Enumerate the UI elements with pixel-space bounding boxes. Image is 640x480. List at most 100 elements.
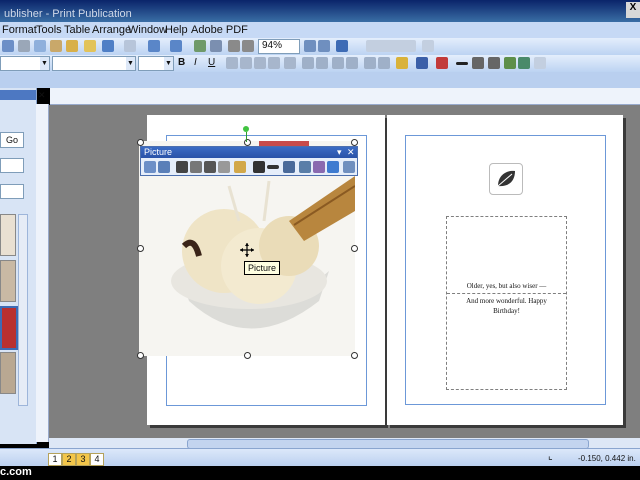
thumbnail-2[interactable] — [0, 260, 16, 302]
brush-icon[interactable] — [84, 40, 96, 52]
line-style-icon[interactable] — [267, 165, 279, 169]
horizontal-scrollbar[interactable] — [49, 438, 640, 449]
help-icon[interactable] — [336, 40, 348, 52]
paste-icon[interactable] — [50, 40, 62, 52]
save-icon[interactable] — [2, 40, 14, 52]
show-all-icon[interactable] — [228, 40, 240, 52]
undo-icon[interactable] — [102, 40, 114, 52]
italic-icon[interactable]: I — [194, 57, 206, 69]
set-transparent-color-icon[interactable] — [327, 161, 339, 173]
bring-forward-icon[interactable] — [148, 40, 160, 52]
justify-icon[interactable] — [268, 57, 280, 69]
compress-picture-icon[interactable] — [283, 161, 295, 173]
close-icon[interactable]: ✕ — [38, 90, 48, 100]
line-color-icon[interactable] — [416, 57, 428, 69]
move-cursor-icon — [240, 243, 254, 257]
chevron-down-icon[interactable]: ▾ — [337, 147, 342, 158]
greeting-line-2: And more wonderful. Happy — [466, 297, 547, 305]
resize-handle[interactable] — [244, 352, 251, 359]
font-size-select[interactable]: ▼ — [138, 56, 174, 71]
watermark-text: c.com — [0, 466, 32, 478]
underline-icon[interactable]: U — [208, 57, 220, 69]
chevron-down-icon: ▼ — [40, 57, 49, 70]
menu-table[interactable]: Table — [64, 24, 90, 36]
numbering-icon[interactable] — [302, 57, 314, 69]
reset-picture-icon[interactable] — [343, 161, 355, 173]
close-button[interactable]: X — [626, 2, 640, 18]
greeting-text-frame[interactable]: Older, yes, but also wiser — And more wo… — [446, 216, 567, 390]
rotate-handle[interactable] — [243, 126, 249, 132]
align-right-icon[interactable] — [254, 57, 266, 69]
increase-indent-icon[interactable] — [346, 57, 358, 69]
fill-color-icon[interactable] — [396, 57, 408, 69]
menu-tools[interactable]: Tools — [36, 24, 62, 36]
pane-scrollbar[interactable] — [18, 214, 28, 406]
zoom-select[interactable]: 94% — [258, 39, 300, 54]
status-bar: 1 2 3 4 ⌞ -0.150, 0.442 in. — [0, 448, 640, 467]
page-tab-4[interactable]: 4 — [90, 453, 104, 466]
style-select[interactable]: ▼ — [0, 56, 50, 71]
zoom-out-icon[interactable] — [304, 40, 316, 52]
line-style-icon[interactable] — [456, 62, 468, 65]
thumbnail-1[interactable] — [0, 214, 16, 256]
align-left-icon[interactable] — [226, 57, 238, 69]
thumbnail-4[interactable] — [0, 352, 16, 394]
toolbar-options-icon[interactable] — [422, 40, 434, 52]
font-color-icon[interactable] — [436, 57, 448, 69]
more-brightness-icon[interactable] — [204, 161, 216, 173]
pane-select-2[interactable] — [0, 184, 24, 199]
resize-handle[interactable] — [137, 352, 144, 359]
page-tab-2[interactable]: 2 — [62, 453, 76, 466]
close-icon[interactable]: ✕ — [347, 147, 355, 158]
page-tab-3[interactable]: 3 — [76, 453, 90, 466]
zoom-in-icon[interactable] — [318, 40, 330, 52]
menu-window[interactable]: Window — [128, 24, 167, 36]
page-right[interactable]: Older, yes, but also wiser — And more wo… — [387, 115, 623, 425]
color-icon[interactable] — [158, 161, 170, 173]
columns-icon[interactable] — [210, 40, 222, 52]
grow-font-icon[interactable] — [364, 57, 376, 69]
page-tab-1[interactable]: 1 — [48, 453, 62, 466]
resize-handle[interactable] — [351, 245, 358, 252]
resize-handle[interactable] — [351, 352, 358, 359]
bullets-icon[interactable] — [316, 57, 328, 69]
text-wrapping-icon[interactable] — [299, 161, 311, 173]
shrink-font-icon[interactable] — [378, 57, 390, 69]
resize-handle[interactable] — [351, 139, 358, 146]
pane-select-1[interactable] — [0, 158, 24, 173]
align-center-icon[interactable] — [240, 57, 252, 69]
cut-icon[interactable] — [18, 40, 30, 52]
go-button[interactable]: Go — [0, 132, 24, 148]
insert-table-icon[interactable] — [194, 40, 206, 52]
pilcrow-icon[interactable] — [242, 40, 254, 52]
menu-help[interactable]: Help — [165, 24, 188, 36]
toolbar-options-icon[interactable] — [534, 57, 546, 69]
thumbnail-3[interactable] — [0, 306, 18, 350]
picture-toolbar-titlebar[interactable]: Picture ▾ ✕ — [141, 147, 357, 158]
less-contrast-icon[interactable] — [190, 161, 202, 173]
decrease-indent-icon[interactable] — [332, 57, 344, 69]
distribute-icon[interactable] — [284, 57, 296, 69]
send-backward-icon[interactable] — [170, 40, 182, 52]
menu-arrange[interactable]: Arrange — [92, 24, 131, 36]
greeting-line-1: Older, yes, but also wiser — — [466, 282, 547, 290]
resize-handle[interactable] — [137, 245, 144, 252]
more-contrast-icon[interactable] — [176, 161, 188, 173]
dash-style-icon[interactable] — [472, 57, 484, 69]
font-select[interactable]: ▼ — [52, 56, 136, 71]
less-brightness-icon[interactable] — [218, 161, 230, 173]
shadow-style-icon[interactable] — [504, 57, 516, 69]
arrow-style-icon[interactable] — [488, 57, 500, 69]
format-picture-icon[interactable] — [313, 161, 325, 173]
format-painter-icon[interactable] — [66, 40, 78, 52]
redo-icon[interactable] — [124, 40, 136, 52]
insert-picture-icon[interactable] — [144, 161, 156, 173]
bold-icon[interactable]: B — [178, 57, 190, 69]
copy-icon[interactable] — [34, 40, 46, 52]
menu-adobe-pdf[interactable]: Adobe PDF — [191, 24, 248, 36]
3d-style-icon[interactable] — [518, 57, 530, 69]
rotate-icon[interactable] — [253, 161, 265, 173]
crop-icon[interactable] — [234, 161, 246, 173]
resize-handle[interactable] — [137, 139, 144, 146]
menu-format[interactable]: Format — [2, 24, 37, 36]
